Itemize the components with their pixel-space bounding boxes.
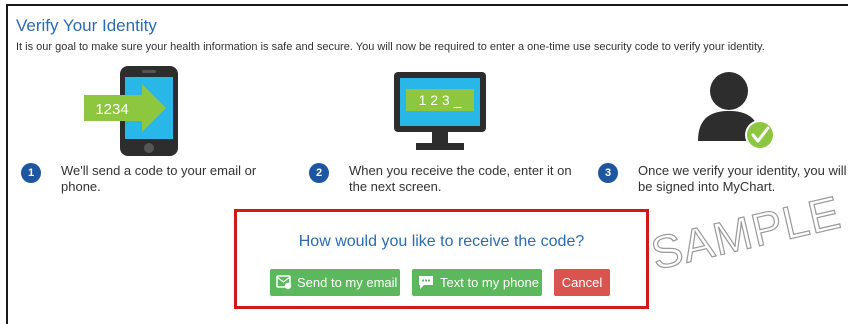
step-2-badge: 2 — [309, 163, 329, 183]
monitor-icon: 1 2 3 _ — [394, 72, 486, 150]
step-1-text: We'll send a code to your email or phone… — [61, 163, 257, 194]
monitor-code-text: 1 2 3 _ — [419, 92, 462, 108]
chat-icon — [419, 276, 433, 289]
step-3-badge: 3 — [598, 163, 618, 183]
page-title: Verify Your Identity — [16, 16, 157, 35]
page-subtitle: It is our goal to make sure your health … — [16, 41, 765, 53]
verified-user-icon — [698, 72, 775, 150]
prompt-question: How would you like to receive the code? — [298, 233, 585, 250]
text-to-phone-button[interactable]: Text to my phone — [412, 269, 542, 296]
cancel-button[interactable]: Cancel — [554, 269, 610, 296]
step-2-text: When you receive the code, enter it on t… — [349, 163, 572, 194]
send-to-email-button[interactable]: Send to my email — [270, 269, 400, 296]
send-to-email-label: Send to my email — [297, 275, 398, 290]
email-icon — [276, 275, 292, 290]
code-delivery-prompt: How would you like to receive the code? … — [234, 209, 649, 309]
text-to-phone-label: Text to my phone — [440, 275, 539, 290]
phone-code-text: 1234 — [95, 101, 128, 118]
phone-icon: 1234 — [84, 66, 178, 156]
step-1-badge: 1 — [21, 163, 41, 183]
